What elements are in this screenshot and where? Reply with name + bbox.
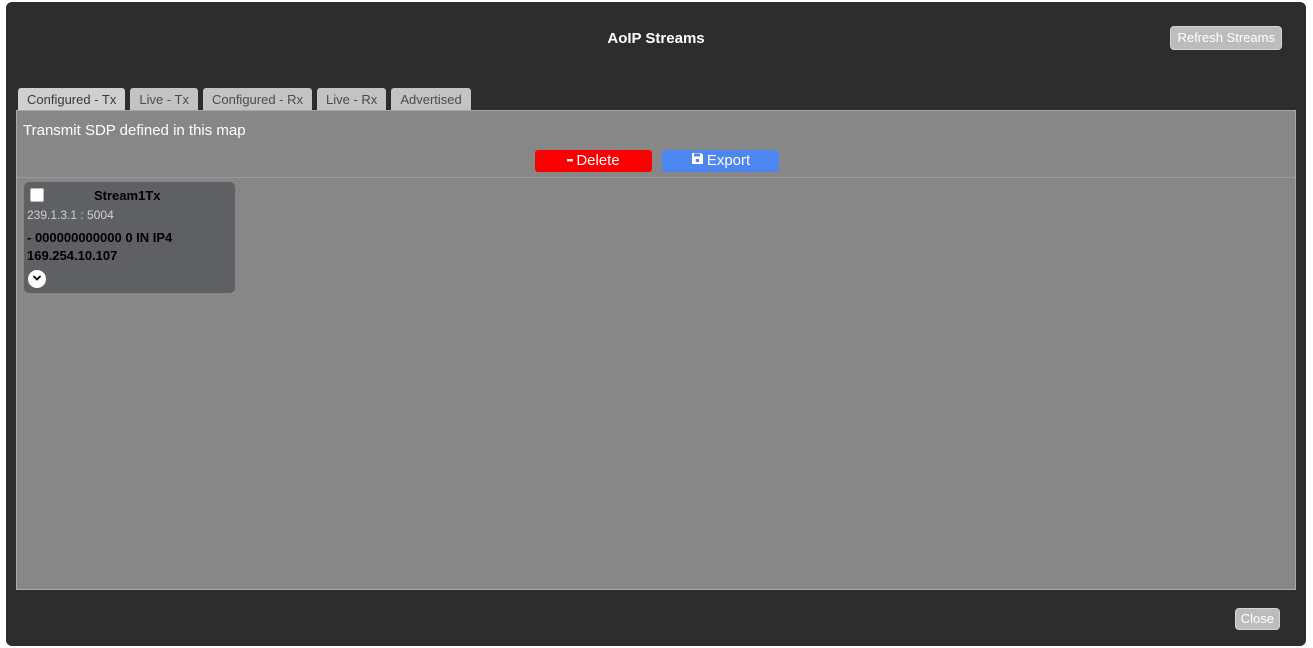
aoip-streams-dialog: AoIP Streams Refresh Streams Configured … [6, 2, 1306, 646]
tab-configured-rx[interactable]: Configured - Rx [202, 88, 313, 112]
refresh-streams-button[interactable]: Refresh Streams [1170, 26, 1282, 50]
delete-button[interactable]: Delete [535, 150, 652, 172]
tab-configured-tx[interactable]: Configured - Tx [18, 88, 126, 112]
panel-divider [17, 177, 1295, 178]
stream-origin-line1: - 000000000000 0 IN IP4 [27, 230, 173, 245]
stream-select-checkbox[interactable] [30, 188, 44, 202]
stream-card: Stream1Tx 239.1.3.1 : 5004 - 00000000000… [24, 182, 235, 293]
chevron-down-icon [32, 270, 42, 288]
export-label: Export [706, 152, 751, 170]
stream-name: Stream1Tx [94, 188, 161, 203]
delete-label: Delete [576, 152, 620, 170]
export-button[interactable]: Export [662, 150, 779, 172]
tab-panel-configured-tx: Transmit SDP defined in this map Delete … [16, 110, 1296, 590]
panel-description: Transmit SDP defined in this map [23, 122, 246, 139]
expand-stream-button[interactable] [28, 270, 46, 288]
stream-tabs: Configured - Tx Live - Tx Configured - R… [18, 88, 471, 112]
tab-advertised[interactable]: Advertised [391, 88, 471, 112]
stream-address: 239.1.3.1 : 5004 [27, 208, 114, 222]
tab-live-rx[interactable]: Live - Rx [317, 88, 387, 112]
close-button[interactable]: Close [1234, 608, 1280, 630]
dialog-title: AoIP Streams [607, 30, 705, 47]
tab-live-tx[interactable]: Live - Tx [130, 88, 198, 112]
minus-icon [567, 150, 574, 172]
stream-origin-line2: 169.254.10.107 [27, 248, 118, 263]
floppy-disk-icon [691, 150, 704, 172]
